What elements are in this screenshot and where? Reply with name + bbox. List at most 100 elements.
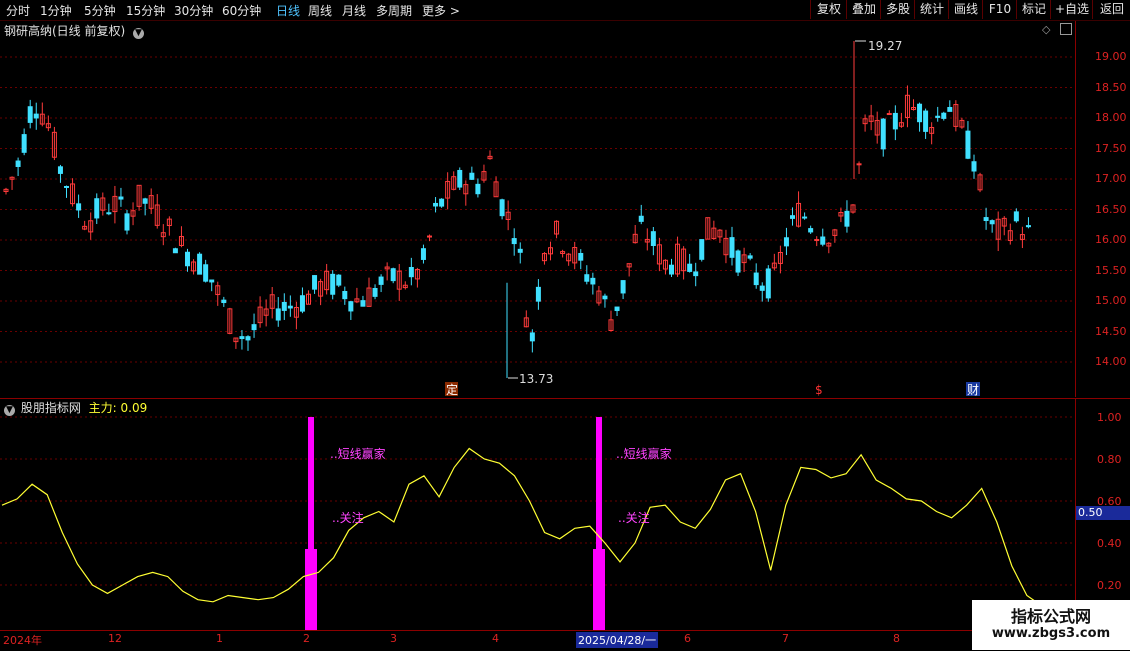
candle-body <box>457 169 463 188</box>
indicator-tick: 0.40 <box>1097 537 1122 550</box>
candle-body <box>802 216 808 219</box>
date-tick: 8 <box>893 632 900 645</box>
candle-body <box>203 264 209 282</box>
date-tick: 12 <box>108 632 122 645</box>
candle-body <box>989 220 995 225</box>
date-tick: 2 <box>303 632 310 645</box>
candle-body <box>578 252 584 261</box>
price-tick: 17.00 <box>1095 172 1127 185</box>
candle-body <box>687 263 693 272</box>
candle-body <box>124 213 130 231</box>
signal-label-watch: ..关注 <box>332 510 364 525</box>
candle-body <box>239 336 245 340</box>
candle-body <box>118 196 124 200</box>
mark-button[interactable]: 标记 <box>1016 0 1051 19</box>
candle-body <box>439 198 445 207</box>
period-tab-60min[interactable]: 60分钟 <box>222 2 261 19</box>
adjust-button[interactable]: 复权 <box>810 0 847 19</box>
candle-body <box>185 251 190 267</box>
high-price-label: 19.27 <box>868 39 902 53</box>
candle-body <box>529 332 535 342</box>
add-watchlist-button[interactable]: +自选 <box>1050 0 1093 19</box>
period-tab-monthly[interactable]: 月线 <box>342 2 366 19</box>
candle-body <box>814 239 820 242</box>
period-tab-30min[interactable]: 30分钟 <box>174 2 213 19</box>
statistics-button[interactable]: 统计 <box>914 0 949 19</box>
candlestick-chart[interactable]: 19.27 13.73 定 $ 财 <box>0 21 1075 397</box>
indicator-axis: 1.00 0.80 0.60 0.40 0.20 0.50 <box>1075 398 1130 631</box>
period-tab-weekly[interactable]: 周线 <box>308 2 332 19</box>
candle-body <box>983 217 989 222</box>
candle-body <box>947 107 953 112</box>
price-tick: 14.50 <box>1095 325 1127 338</box>
watermark-title: 指标公式网 <box>1010 607 1091 626</box>
event-marker-dollar: $ <box>815 383 823 397</box>
f10-button[interactable]: F10 <box>982 0 1017 19</box>
overlay-button[interactable]: 叠加 <box>846 0 881 19</box>
period-tab-1min[interactable]: 1分钟 <box>40 2 72 19</box>
date-tick: 6 <box>684 632 691 645</box>
candle-body <box>971 161 977 172</box>
cursor-date-badge: 2025/04/28/一 <box>576 632 659 648</box>
candle-body <box>378 276 384 285</box>
candle-body <box>614 306 620 312</box>
candle-body <box>820 236 826 245</box>
candle-body <box>965 130 971 159</box>
event-marker-cai: 财 <box>967 383 979 397</box>
candle-body <box>57 166 63 174</box>
period-tab-multi[interactable]: 多周期 <box>376 2 412 19</box>
date-tick: 3 <box>390 632 397 645</box>
candle-body <box>753 272 759 286</box>
candle-body <box>209 279 215 283</box>
more-periods-button[interactable]: 更多 > <box>422 2 460 19</box>
price-tick: 17.50 <box>1095 142 1127 155</box>
candle-body <box>33 113 39 119</box>
candle-body <box>427 235 432 238</box>
candle-body <box>699 239 705 260</box>
draw-line-button[interactable]: 画线 <box>948 0 983 19</box>
candle-body <box>27 106 33 123</box>
period-tab-intraday[interactable]: 分时 <box>6 2 30 19</box>
candle-body <box>590 277 596 285</box>
current-value-badge: 0.50 <box>1076 506 1130 520</box>
candle-body <box>251 324 257 331</box>
candle-body <box>287 305 293 309</box>
candle-body <box>299 295 305 312</box>
candle-body <box>917 103 923 123</box>
candle-body <box>76 203 82 211</box>
candle-body <box>64 185 69 188</box>
candle-body <box>172 248 178 254</box>
indicator-tick: 0.80 <box>1097 453 1122 466</box>
site-watermark: 指标公式网 www.zbgs3.com <box>972 600 1130 650</box>
candle-body <box>941 112 947 119</box>
candle-body <box>106 212 112 215</box>
candle-body <box>808 228 814 233</box>
period-tab-5min[interactable]: 5分钟 <box>84 2 116 19</box>
candle-body <box>892 112 898 130</box>
candle-body <box>759 285 765 291</box>
candle-body <box>469 172 475 180</box>
candle-body <box>390 268 396 282</box>
candle-body <box>281 301 287 311</box>
candle-body <box>790 215 795 219</box>
candle-body <box>535 286 541 302</box>
indicator-tick: 0.20 <box>1097 579 1122 592</box>
candle-body <box>783 237 789 247</box>
back-button[interactable]: 返回 <box>1092 0 1130 19</box>
candle-body <box>360 300 366 307</box>
indicator-chart[interactable]: ..短线赢家 ..关注 ..短线赢家 ..关注 <box>0 398 1075 631</box>
candle-body <box>765 268 771 299</box>
candle-body <box>312 275 318 290</box>
candle-body <box>584 274 590 282</box>
signal-label-winner: ..短线赢家 <box>616 446 672 461</box>
period-tab-daily[interactable]: 日线 <box>276 2 300 19</box>
candle-body <box>433 202 439 207</box>
price-tick: 16.00 <box>1095 233 1127 246</box>
multi-stock-button[interactable]: 多股 <box>880 0 915 19</box>
period-tab-15min[interactable]: 15分钟 <box>126 2 165 19</box>
signal-label-winner: ..短线赢家 <box>330 446 386 461</box>
candle-body <box>880 118 886 150</box>
date-tick: 7 <box>782 632 789 645</box>
candle-body <box>197 253 203 275</box>
date-axis <box>0 630 1130 651</box>
